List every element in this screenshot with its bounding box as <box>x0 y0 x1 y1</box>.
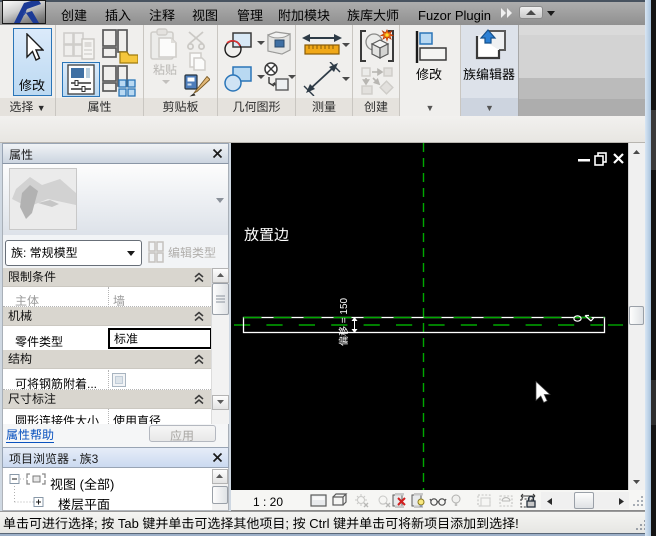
svg-text:偏移 = 150: 偏移 = 150 <box>335 297 350 346</box>
svg-text:放置边: 放置边 <box>244 224 289 245</box>
